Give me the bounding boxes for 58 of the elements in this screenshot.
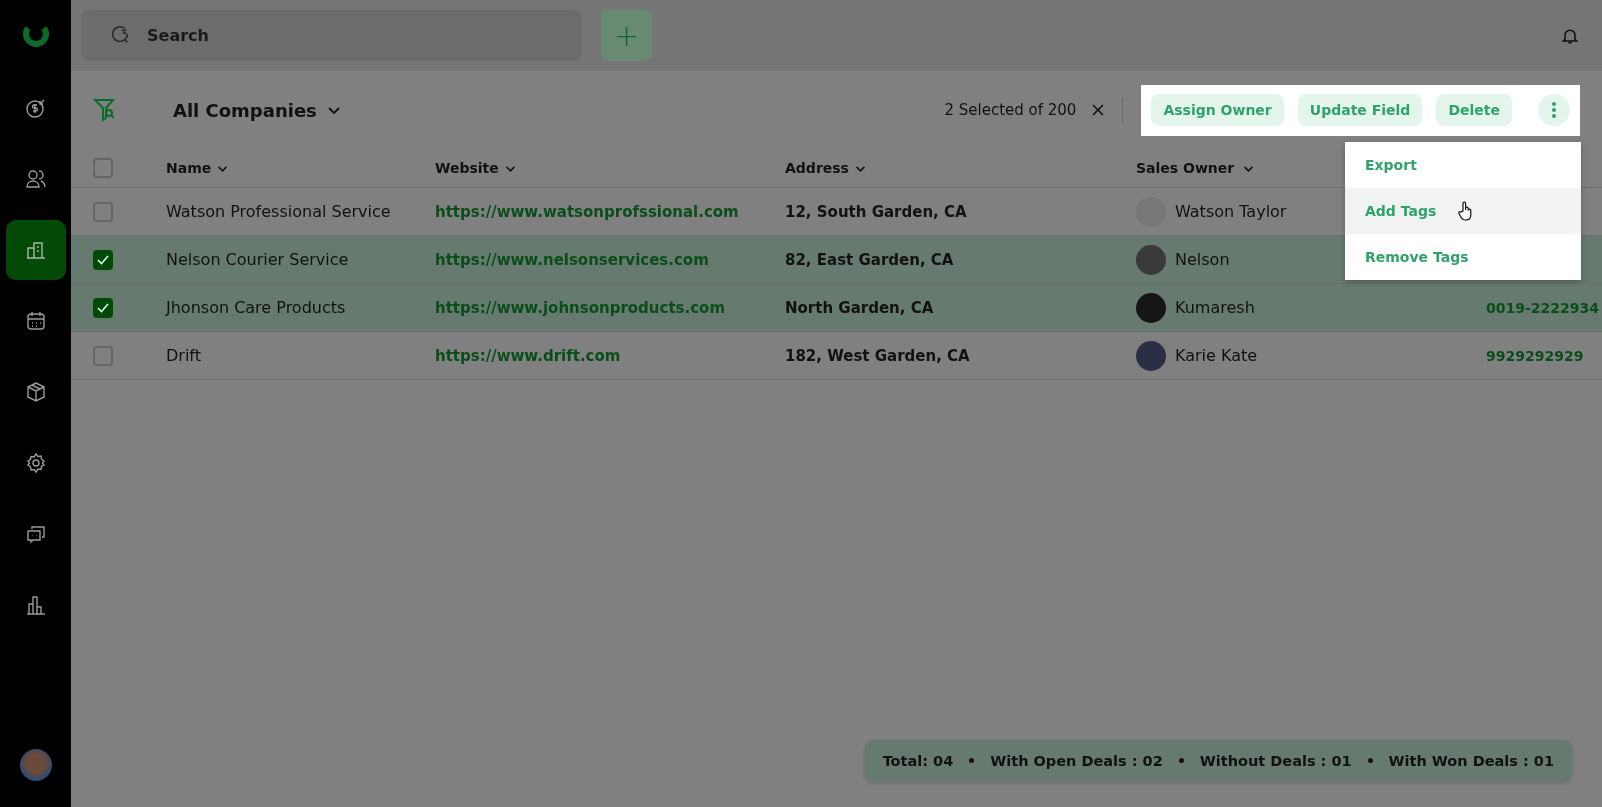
menu-item[interactable]: Add Tags xyxy=(1345,188,1581,234)
table-row[interactable]: Jhonson Care Products https://www.johnsonproducts.com North Garden, CA Kumaresh 0019-2222934 xyxy=(71,284,1602,332)
column-header[interactable]: Address xyxy=(785,160,849,176)
column-header[interactable]: Name xyxy=(166,160,212,176)
checkmark-icon xyxy=(97,254,109,265)
owner-name: Watson Taylor xyxy=(1175,202,1287,221)
action-button[interactable]: Delete xyxy=(1436,94,1512,126)
more-button[interactable] xyxy=(1538,94,1570,126)
phone-number: 9929292929 xyxy=(1486,347,1584,364)
address-text: 182, West Garden, CA xyxy=(785,346,970,365)
phone-number: 0019-2222934 xyxy=(1486,299,1599,316)
people-icon xyxy=(23,167,48,191)
company-name: Drift xyxy=(166,346,201,365)
selection-count: 2 Selected of 200 xyxy=(944,101,1077,119)
bullet-dot xyxy=(969,758,975,763)
checkmark-icon xyxy=(97,302,109,313)
address-text: North Garden, CA xyxy=(785,298,934,317)
owner-name: Kumaresh xyxy=(1175,298,1255,317)
menu-item[interactable]: Remove Tags xyxy=(1345,234,1581,280)
search-field[interactable]: Search xyxy=(81,10,582,61)
select-all-checkbox[interactable] xyxy=(93,158,113,178)
website-link[interactable]: https://www.johnsonproducts.com xyxy=(435,298,726,317)
action-button[interactable]: Update Field xyxy=(1297,94,1423,126)
summary-stat: With Open Deals : 02 xyxy=(990,752,1163,769)
menu-item[interactable]: Export xyxy=(1345,142,1581,188)
summary-stat: Without Deals : 01 xyxy=(1199,752,1352,769)
website-link[interactable]: https://www.nelsonservices.com xyxy=(435,250,709,269)
website-link[interactable]: https://www.drift.com xyxy=(435,346,621,365)
row-checkbox[interactable] xyxy=(93,345,113,366)
address-text: 12, South Garden, CA xyxy=(785,202,967,221)
bullet-dot xyxy=(1367,758,1373,763)
close-icon[interactable] xyxy=(1092,104,1105,116)
sidebar-item[interactable] xyxy=(5,220,66,280)
action-button[interactable]: Assign Owner xyxy=(1151,94,1284,126)
view-title[interactable]: All Companies xyxy=(173,99,317,121)
row-checkbox[interactable] xyxy=(93,249,113,270)
address-text: 82, East Garden, CA xyxy=(785,250,954,269)
vertical-dots-icon xyxy=(1552,102,1556,118)
table-row[interactable]: Drift https://www.drift.com 182, West Garden, CA Karie Kate 9929292929 xyxy=(71,332,1602,380)
user-avatar[interactable] xyxy=(19,749,52,781)
owner-avatar xyxy=(1136,292,1166,323)
row-checkbox[interactable] xyxy=(93,297,113,318)
company-name: Nelson Courier Service xyxy=(166,250,349,269)
company-name: Watson Professional Service xyxy=(166,202,391,221)
column-header[interactable]: Website xyxy=(435,160,499,176)
owner-name: Nelson xyxy=(1175,250,1230,269)
summary-stat: Total: 04 xyxy=(882,752,954,769)
company-name: Jhonson Care Products xyxy=(166,298,346,317)
website-link[interactable]: https://www.watsonprofssional.com xyxy=(435,202,739,221)
owner-name: Karie Kate xyxy=(1175,346,1258,365)
add-button[interactable]: + xyxy=(601,10,652,61)
search-icon xyxy=(109,24,131,46)
row-checkbox[interactable] xyxy=(93,201,113,222)
summary-stat: With Won Deals : 01 xyxy=(1388,752,1554,769)
owner-avatar xyxy=(1136,340,1166,371)
owner-avatar xyxy=(1136,244,1166,275)
column-header[interactable]: Sales Owner xyxy=(1136,160,1235,176)
bullet-dot xyxy=(1178,758,1184,763)
